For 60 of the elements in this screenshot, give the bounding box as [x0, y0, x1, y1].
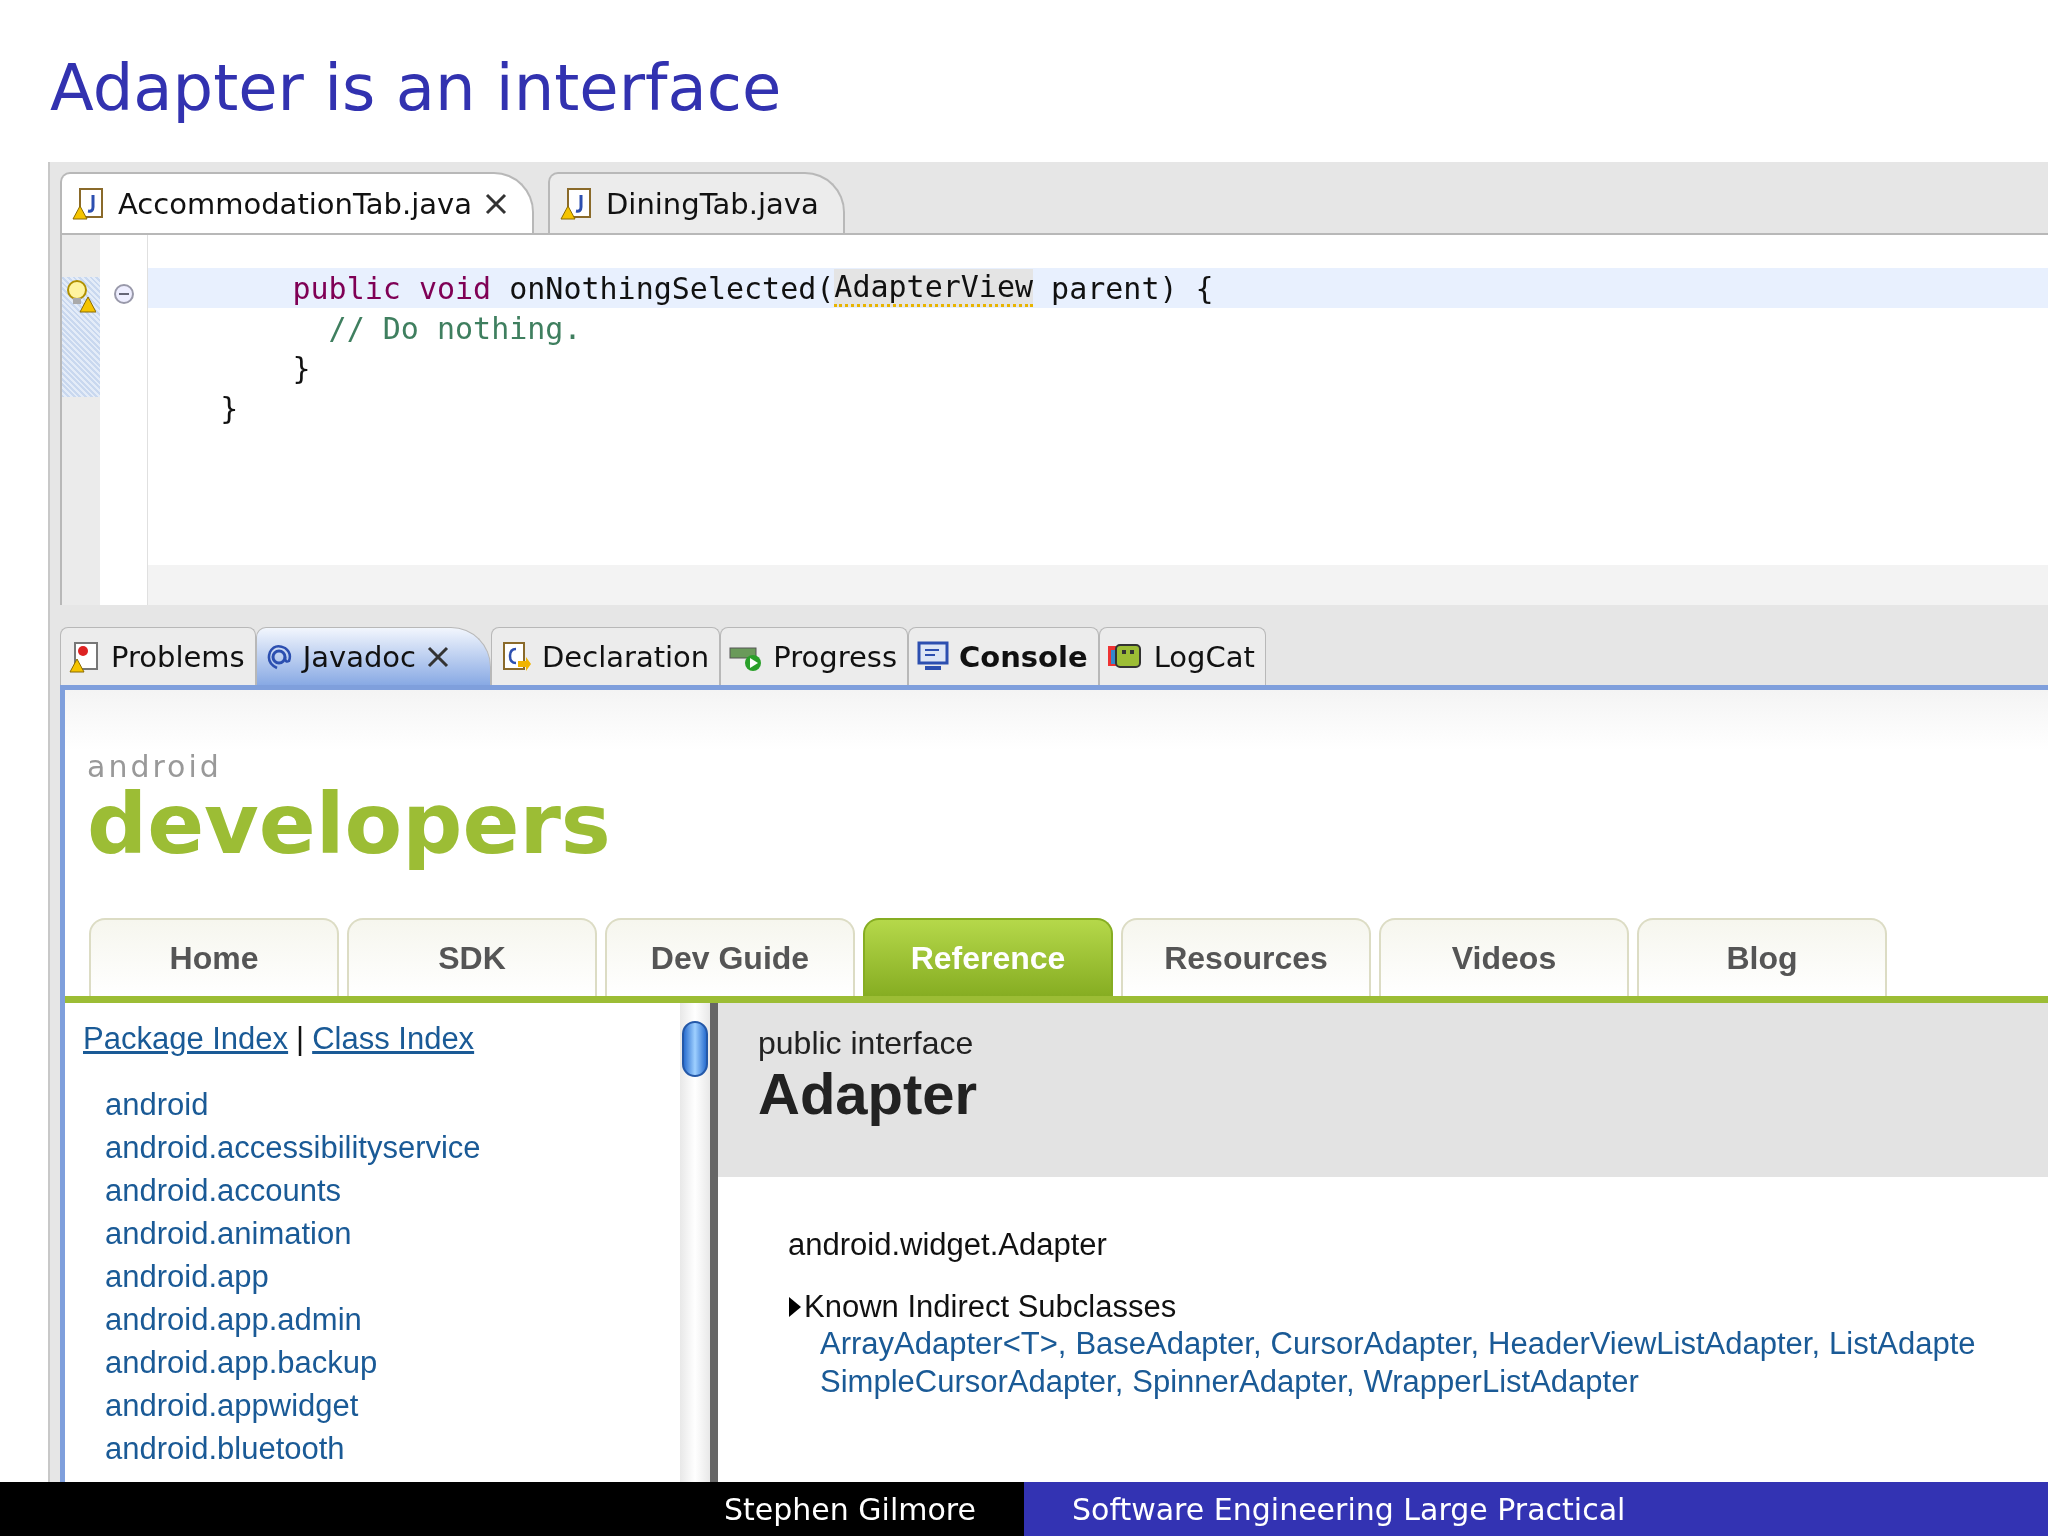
subclass-link[interactable]: BaseAdapter,: [1075, 1326, 1262, 1362]
view-tab[interactable]: LogCat: [1098, 627, 1266, 685]
code-text: public void: [291, 270, 492, 306]
subclass-link[interactable]: HeaderViewListAdapter,: [1488, 1326, 1821, 1362]
index-link[interactable]: Package Index: [83, 1021, 289, 1057]
close-icon[interactable]: [426, 644, 451, 669]
nav-tab[interactable]: Blog: [1637, 918, 1887, 996]
subclass-link[interactable]: ListAdapte: [1829, 1326, 1976, 1362]
nav-tab[interactable]: Dev Guide: [605, 918, 855, 996]
package-link[interactable]: android: [83, 1083, 209, 1126]
code-text: }: [219, 390, 239, 426]
class-kind: public interface: [758, 1025, 974, 1062]
collapse-icon[interactable]: [112, 283, 135, 305]
nav-tab[interactable]: Home: [89, 918, 339, 996]
index-link[interactable]: Class Index: [312, 1021, 475, 1057]
package-link[interactable]: android.accounts: [83, 1169, 342, 1212]
nav-tab[interactable]: Videos: [1379, 918, 1629, 996]
view-tab[interactable]: Console: [908, 627, 1099, 685]
code-text: }: [291, 350, 311, 386]
slide-title: Adapter is an interface: [50, 50, 782, 127]
view-tab[interactable]: Javadoc: [255, 627, 492, 685]
footer-author: Stephen Gilmore: [724, 1491, 976, 1527]
view-tab[interactable]: Declaration: [491, 627, 721, 685]
monitor-icon: [917, 640, 949, 673]
scrollbar-thumb[interactable]: [682, 1021, 708, 1077]
declaration-icon: [500, 640, 533, 673]
editor-tab[interactable]: AccommodationTab.java: [60, 172, 534, 233]
nav-tab[interactable]: SDK: [347, 918, 597, 996]
subclass-link[interactable]: CursorAdapter,: [1270, 1326, 1480, 1362]
code-text: onNothingSelected(: [508, 270, 835, 306]
section-heading: Known Indirect Subclasses: [804, 1289, 1177, 1325]
code-text: // Do nothing.: [327, 310, 582, 346]
package-link[interactable]: android.accessibilityservice: [83, 1126, 481, 1169]
qualified-name: android.widget.Adapter: [788, 1227, 1107, 1263]
subclass-link[interactable]: ArrayAdapter<T>,: [820, 1326, 1067, 1362]
package-link[interactable]: android.appwidget: [83, 1384, 359, 1427]
editor-tab[interactable]: DiningTab.java: [548, 172, 845, 233]
lightbulb-warning-icon: [66, 279, 96, 313]
view-tab[interactable]: Problems: [60, 627, 256, 685]
subclass-link[interactable]: SimpleCursorAdapter,: [820, 1364, 1124, 1400]
subclass-link[interactable]: WrapperListAdapter: [1363, 1364, 1639, 1400]
class-name: Adapter: [758, 1062, 978, 1126]
link-separator: |: [296, 1021, 305, 1057]
code-text: parent) {: [1050, 270, 1214, 306]
footer-course: Software Engineering Large Practical: [1072, 1491, 1626, 1527]
package-link[interactable]: android.bluetooth: [83, 1427, 345, 1470]
nav-tab[interactable]: Resources: [1121, 918, 1371, 996]
package-link[interactable]: android.app: [83, 1255, 269, 1298]
package-link[interactable]: android.animation: [83, 1212, 352, 1255]
package-link[interactable]: android.app.admin: [83, 1298, 362, 1341]
close-icon[interactable]: [484, 191, 508, 216]
java-file-warning-icon: [72, 186, 106, 221]
view-tab[interactable]: Progress: [720, 627, 908, 685]
logo-wordmark: android: [87, 752, 222, 782]
code-text: AdapterView: [834, 269, 1034, 307]
java-file-warning-icon: [560, 186, 594, 221]
problems-icon: [69, 640, 101, 673]
expand-triangle-icon[interactable]: [788, 1296, 802, 1318]
package-link[interactable]: android.app.backup: [83, 1341, 378, 1384]
subclass-link[interactable]: SpinnerAdapter,: [1132, 1364, 1355, 1400]
